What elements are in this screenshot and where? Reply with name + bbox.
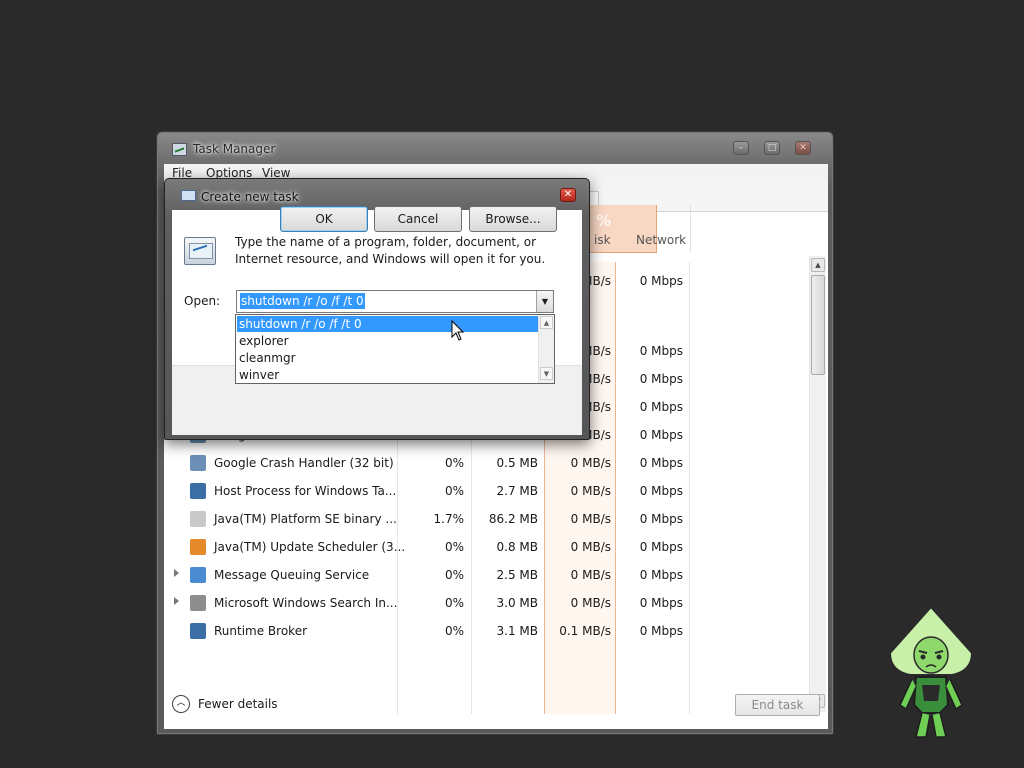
run-program-icon (184, 237, 216, 265)
title-bar[interactable]: Task Manager – □ ✕ (157, 132, 833, 164)
mouse-pointer-icon (451, 320, 465, 341)
row-disk: 0 MB/s (570, 456, 611, 470)
row-network: 0 Mbps (639, 400, 683, 414)
network-label: Network (636, 233, 687, 247)
task-manager-icon (172, 143, 187, 156)
scroll-up-icon[interactable]: ▲ (811, 258, 825, 272)
row-cpu: 0% (444, 624, 464, 638)
row-name: Host Process for Windows Ta... (214, 484, 397, 498)
dialog-title: Create new task (201, 190, 299, 204)
window-title: Task Manager (193, 142, 276, 156)
history-option[interactable]: cleanmgr (237, 350, 538, 366)
row-name: Java(TM) Platform SE binary ... (214, 512, 397, 526)
table-row[interactable]: Java(TM) Platform SE binary ... 1.7% 86.2 … (164, 505, 808, 533)
end-task-button[interactable]: End task (735, 694, 820, 716)
row-memory: 86.2 MB (488, 512, 538, 526)
close-button[interactable]: ✕ (795, 141, 811, 155)
row-disk: 0 MB/s (570, 540, 611, 554)
row-network: 0 Mbps (639, 456, 683, 470)
java-icon (190, 511, 206, 527)
window-icon (190, 623, 206, 639)
row-memory: 0.5 MB (496, 456, 538, 470)
chevron-right-icon[interactable] (174, 597, 179, 605)
disk-label: isk (594, 233, 611, 247)
ok-button[interactable]: OK (280, 206, 368, 232)
row-cpu: 0% (444, 456, 464, 470)
table-row[interactable]: Java(TM) Update Scheduler (3... 0% 0.8 MB 0… (164, 533, 808, 561)
row-memory: 3.0 MB (496, 596, 538, 610)
row-network: 0 Mbps (639, 568, 683, 582)
row-memory: 3.1 MB (496, 624, 538, 638)
row-name: Runtime Broker (214, 624, 308, 638)
row-cpu: 0% (444, 484, 464, 498)
app-icon (190, 455, 206, 471)
table-row[interactable]: Google Crash Handler (32 bit) 0% 0.5 MB 0 M… (164, 449, 808, 477)
search-person-icon (190, 595, 206, 611)
row-network: 0 Mbps (639, 484, 683, 498)
open-label: Open: (184, 294, 221, 308)
row-cpu: 0% (444, 596, 464, 610)
row-name: Java(TM) Update Scheduler (3... (214, 540, 406, 554)
row-memory: 2.5 MB (496, 568, 538, 582)
dialog-description: Type the name of a program, folder, docu… (235, 235, 546, 266)
row-name: Microsoft Windows Search In... (214, 596, 398, 610)
character-sticker-icon (888, 605, 974, 738)
row-name: Google Crash Handler (32 bit) (214, 456, 394, 470)
dropdown-scrollbar[interactable]: ▲ ▼ (538, 315, 554, 383)
open-combobox[interactable]: shutdown /r /o /f /t 0 ▼ (236, 290, 554, 313)
column-header-network[interactable]: Network (636, 205, 691, 253)
row-name: Message Queuing Service (214, 568, 370, 582)
fewer-details-link[interactable]: Fewer details (198, 697, 278, 711)
service-icon (190, 567, 206, 583)
vertical-scrollbar[interactable]: ▲ ▼ (809, 256, 826, 712)
row-disk: 0.1 MB/s (559, 624, 611, 638)
run-window-icon (181, 190, 196, 201)
row-memory: 2.7 MB (496, 484, 538, 498)
row-network: 0 Mbps (639, 428, 683, 442)
open-input[interactable]: shutdown /r /o /f /t 0 (240, 293, 365, 309)
row-network: 0 Mbps (639, 344, 683, 358)
java-icon (190, 539, 206, 555)
row-cpu: 0% (444, 568, 464, 582)
browse-button[interactable]: Browse... (469, 206, 557, 232)
scroll-up-icon[interactable]: ▲ (540, 316, 553, 329)
history-option[interactable]: shutdown /r /o /f /t 0 (237, 316, 538, 332)
minimize-button[interactable]: – (733, 141, 749, 155)
row-disk: 0 MB/s (570, 512, 611, 526)
dialog-close-button[interactable]: ✕ (560, 188, 576, 202)
row-network: 0 Mbps (639, 624, 683, 638)
row-network: 0 Mbps (639, 372, 683, 386)
row-disk: 0 MB/s (570, 568, 611, 582)
window-icon (190, 483, 206, 499)
row-network: 0 Mbps (639, 274, 683, 288)
scroll-down-icon[interactable]: ▼ (540, 367, 553, 380)
table-row[interactable]: Host Process for Windows Ta... 0% 2.7 MB 0 … (164, 477, 808, 505)
row-memory: 0.8 MB (496, 540, 538, 554)
dropdown-arrow-icon[interactable]: ▼ (536, 291, 553, 312)
history-dropdown[interactable]: shutdown /r /o /f /t 0 explorer cleanmgr… (235, 314, 555, 384)
row-disk: 0 MB/s (570, 484, 611, 498)
dialog-client: Type the name of a program, folder, docu… (172, 210, 582, 435)
chevron-right-icon[interactable] (174, 569, 179, 577)
row-cpu: 0% (444, 540, 464, 554)
history-option[interactable]: explorer (237, 333, 538, 349)
scroll-thumb[interactable] (811, 275, 825, 375)
table-row[interactable]: Runtime Broker 0% 3.1 MB 0.1 MB/s 0 Mbps (164, 617, 808, 645)
table-row[interactable]: Microsoft Windows Search In... 0% 3.0 MB 0 … (164, 589, 808, 617)
row-network: 0 Mbps (639, 596, 683, 610)
row-network: 0 Mbps (639, 540, 683, 554)
disk-percent: % (596, 211, 612, 230)
table-row[interactable]: Message Queuing Service 0% 2.5 MB 0 MB/s 0 M… (164, 561, 808, 589)
row-cpu: 1.7% (433, 512, 465, 526)
history-option[interactable]: winver (237, 367, 538, 383)
maximize-button[interactable]: □ (764, 141, 780, 155)
row-network: 0 Mbps (639, 512, 683, 526)
row-disk: 0 MB/s (570, 596, 611, 610)
cancel-button[interactable]: Cancel (374, 206, 462, 232)
chevron-up-icon[interactable]: ︿ (172, 695, 190, 713)
